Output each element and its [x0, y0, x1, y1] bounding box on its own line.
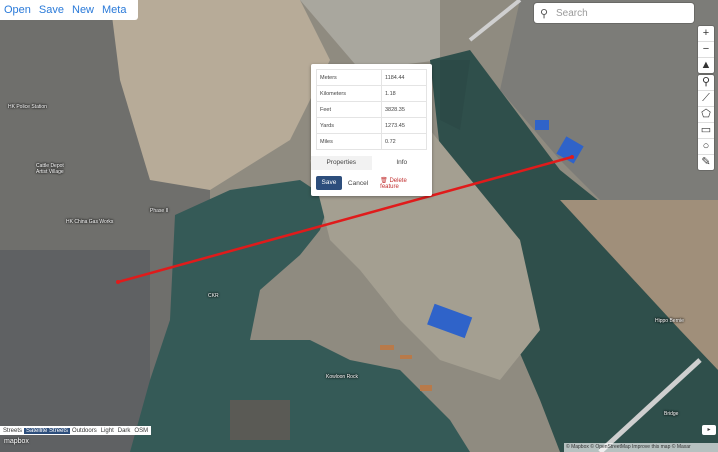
cancel-button[interactable]: Cancel: [348, 180, 368, 187]
map-label-phase2: Phase II: [150, 208, 169, 214]
map-label-cattle-depot: Cattle Depot Artist Village: [36, 163, 64, 175]
style-osm[interactable]: OSM: [132, 428, 150, 434]
map-label-ckr: CKR: [208, 293, 219, 299]
table-row: Yards 1273.45: [316, 117, 427, 134]
map-label-bridge: Bridge: [664, 411, 679, 417]
draw-polygon-icon[interactable]: ⬠: [698, 107, 714, 123]
map-label-police: HK Police Station: [8, 104, 47, 110]
zoom-in-button[interactable]: +: [698, 26, 714, 42]
table-row: Miles 0.72: [316, 133, 427, 150]
popup-tip: [364, 190, 376, 196]
menu-open[interactable]: Open: [4, 4, 31, 16]
style-light[interactable]: Light: [99, 428, 116, 434]
top-menu-bar: Open Save New Meta: [0, 0, 139, 20]
map-label-kowloon-rock: Kowloon Rock: [326, 374, 358, 380]
map-label-gas-works: HK China Gas Works: [66, 219, 114, 225]
save-button[interactable]: Save: [316, 176, 342, 190]
menu-new[interactable]: New: [72, 4, 94, 16]
compass-button[interactable]: ▲: [698, 58, 714, 73]
menu-meta[interactable]: Meta: [102, 4, 126, 16]
tab-info[interactable]: Info: [372, 156, 433, 170]
collapse-button[interactable]: ▸: [702, 425, 716, 435]
measurement-table: Meters 1184.44 Kilometers 1.18 Feet 3828.35…: [316, 69, 427, 150]
style-dark[interactable]: Dark: [116, 428, 133, 434]
table-row: Feet 3828.35: [316, 101, 427, 118]
map-style-switcher: Streets Satellite Streets Outdoors Light…: [0, 426, 152, 435]
table-row: Meters 1184.44: [316, 69, 427, 86]
zoom-out-button[interactable]: −: [698, 42, 714, 58]
style-streets[interactable]: Streets: [1, 428, 24, 434]
tab-properties[interactable]: Properties: [311, 156, 372, 170]
draw-rectangle-icon[interactable]: ▭: [698, 123, 714, 139]
map-label-hippo: Hippo Bernie: [655, 318, 684, 324]
edit-icon[interactable]: ✎: [698, 155, 714, 170]
style-outdoors[interactable]: Outdoors: [70, 428, 99, 434]
style-satellite-streets[interactable]: Satellite Streets: [24, 427, 71, 434]
feature-popup: Meters 1184.44 Kilometers 1.18 Feet 3828.35…: [311, 64, 432, 196]
draw-circle-icon[interactable]: ○: [698, 139, 714, 155]
menu-save[interactable]: Save: [39, 4, 64, 16]
search-icon: ⚲: [539, 7, 549, 20]
popup-tabs: Properties Info: [311, 156, 432, 170]
table-row: Kilometers 1.18: [316, 85, 427, 102]
delete-feature-button[interactable]: 🗑 Delete feature: [380, 177, 427, 190]
draw-marker-icon[interactable]: ⚲: [698, 75, 714, 91]
mapbox-logo[interactable]: mapbox: [4, 438, 29, 445]
draw-line-icon[interactable]: ⟋: [698, 91, 714, 107]
search-input[interactable]: [554, 4, 690, 22]
zoom-controls: + − ▲: [698, 26, 714, 73]
draw-toolbar: ⚲ ⟋ ⬠ ▭ ○ ✎: [698, 75, 714, 170]
attribution: © Mapbox © OpenStreetMap Improve this ma…: [564, 443, 718, 452]
search-box: ⚲: [534, 3, 694, 23]
